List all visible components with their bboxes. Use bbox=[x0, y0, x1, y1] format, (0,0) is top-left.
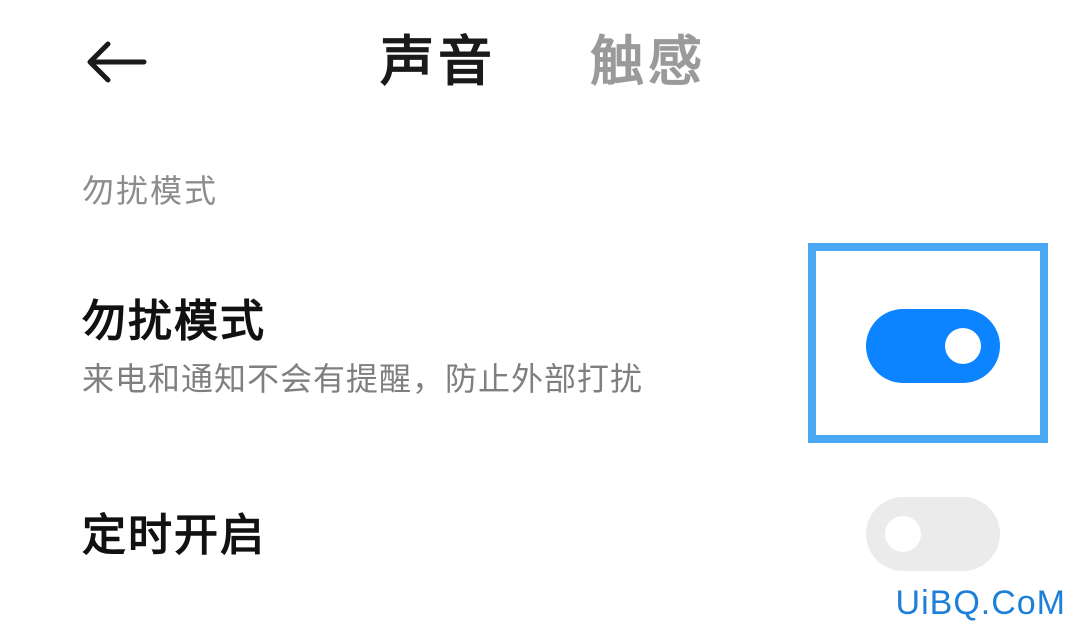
arrow-left-icon bbox=[87, 41, 147, 83]
setting-title: 勿扰模式 bbox=[82, 296, 266, 347]
scheduled-toggle[interactable] bbox=[866, 497, 1000, 571]
watermark: UiBQ.CoM bbox=[895, 584, 1066, 622]
dnd-toggle[interactable] bbox=[866, 309, 1000, 383]
section-header: 勿扰模式 bbox=[82, 172, 219, 210]
toggle-knob bbox=[945, 328, 981, 364]
back-button[interactable] bbox=[84, 40, 148, 84]
tab-haptic[interactable]: 触感 bbox=[590, 30, 706, 94]
setting-title: 定时开启 bbox=[82, 510, 266, 561]
tab-sound[interactable]: 声音 bbox=[380, 30, 496, 94]
toggle-knob bbox=[885, 516, 921, 552]
setting-description: 来电和通知不会有提醒，防止外部打扰 bbox=[82, 360, 644, 398]
